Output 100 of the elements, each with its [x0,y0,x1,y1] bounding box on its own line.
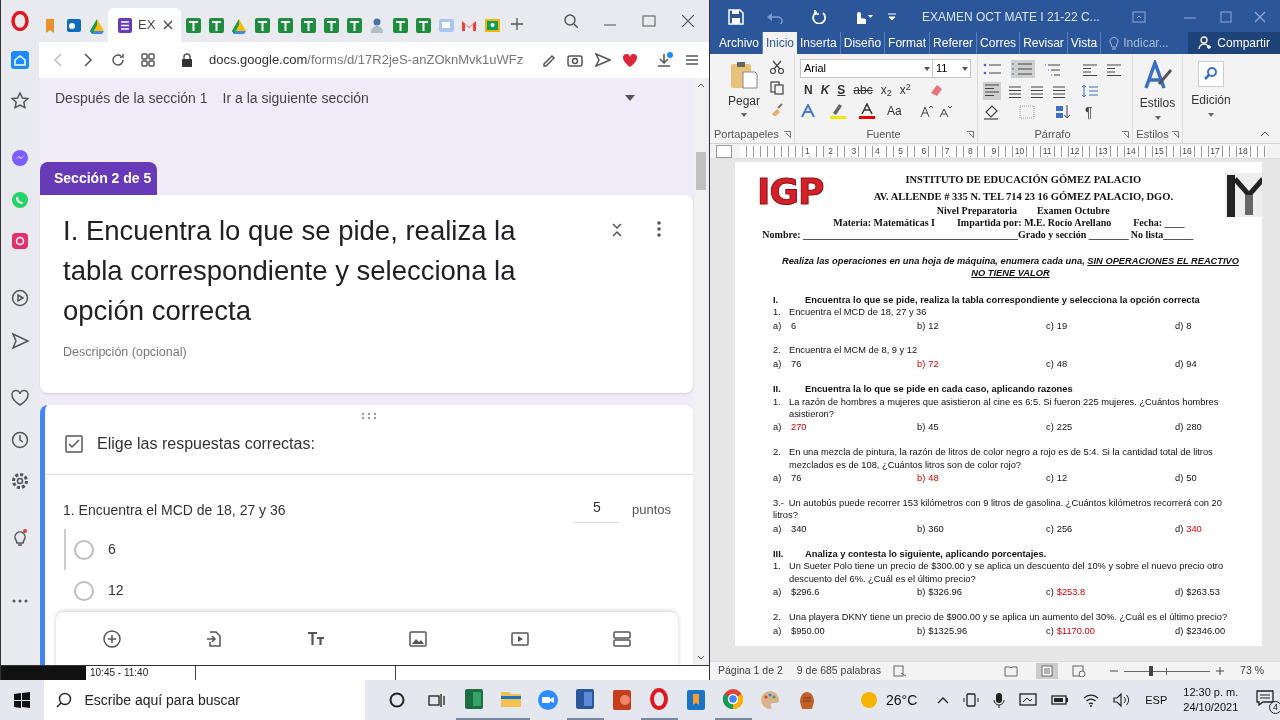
more-options-icon[interactable] [657,221,661,237]
maximize-icon[interactable] [642,15,656,27]
drag-handle-icon[interactable] [361,412,377,420]
customize-icon[interactable] [888,12,896,21]
radio-button[interactable] [74,539,94,560]
language-indicator[interactable]: ESP [1145,691,1168,709]
wifi-icon[interactable] [1083,693,1100,707]
editing-button[interactable]: Edición [1191,61,1231,117]
formatting-marks-button[interactable]: ¶ [1085,101,1093,123]
browser-tab[interactable]: EX [108,8,182,42]
home-icon[interactable] [10,50,30,70]
multilevel-list-icon[interactable] [1043,62,1063,76]
forward-icon[interactable] [83,53,93,67]
highlight-icon[interactable] [829,103,847,119]
camera-app-icon[interactable] [10,231,30,251]
format-button[interactable]: abc [849,81,877,99]
clock[interactable]: 12:30 p. m. 24/10/2021 [1183,685,1239,715]
screen-icon[interactable] [1019,692,1038,708]
font-size-field[interactable]: 11 [933,59,971,78]
print-layout-icon[interactable] [1041,665,1054,677]
dialog-launcher-icon[interactable] [1122,130,1129,138]
tab-selector[interactable] [716,144,732,158]
start-icon[interactable] [14,692,31,708]
taskbar-search-field[interactable]: Escribe aquí para buscar [44,680,366,720]
line-spacing-icon[interactable] [1081,84,1099,98]
read-mode-icon[interactable] [1004,665,1019,677]
volume-icon[interactable] [1113,693,1132,707]
decrease-indent-icon[interactable] [1081,62,1097,76]
styles-button[interactable]: Estilos [1139,60,1176,120]
description-field[interactable]: Descripción (opcional) [63,343,583,362]
scrollbar[interactable] [694,78,707,665]
font-color-icon[interactable] [858,103,876,119]
sort-icon[interactable] [1055,104,1071,120]
ribbon-display-icon[interactable] [1132,10,1146,23]
format-button[interactable]: S [833,81,850,99]
video-camera-icon[interactable] [536,688,561,712]
heart-icon[interactable] [623,53,637,67]
font-name-field[interactable]: Arial [800,59,933,78]
word-count[interactable]: 9 de 685 palabras [796,663,881,679]
shrink-font-icon[interactable] [937,104,952,118]
section-title[interactable]: I. Encuentra lo que se pide, realiza la tabla correspondiente y selecciona la opción correcta [63,211,568,331]
cut-icon[interactable] [770,60,785,74]
video-icon[interactable] [510,629,530,649]
zoom-slider[interactable] [1124,666,1211,676]
format-painter-icon[interactable] [770,102,785,116]
chevron-up-icon[interactable] [937,696,950,704]
format-button[interactable]: K [816,81,834,99]
image-icon[interactable] [408,629,428,649]
dialog-launcher-icon[interactable] [784,130,791,138]
close-icon[interactable] [163,20,174,30]
temperature[interactable]: 26°C [885,689,918,711]
paste-button[interactable]: Pegar [728,60,761,125]
slider-thumb[interactable] [1148,666,1153,676]
search-icon[interactable] [564,14,578,28]
heart-icon[interactable] [10,388,30,408]
grow-font-icon[interactable] [918,104,933,118]
navigation-dropdown[interactable]: Ir a la siguiente sección [222,87,635,109]
play-icon[interactable] [10,288,30,308]
microphone-icon[interactable] [993,692,1006,708]
save-icon[interactable] [728,8,744,25]
collapse-ribbon-icon[interactable] [1260,131,1270,137]
circle-logo-icon[interactable] [721,687,746,711]
send-icon[interactable] [10,331,30,351]
reload-icon[interactable] [111,53,125,67]
increase-indent-icon[interactable] [1105,62,1121,76]
tell-me-field[interactable]: Indicar... [1109,32,1169,54]
dialog-launcher-icon[interactable] [1171,130,1179,138]
copy-icon[interactable] [770,81,785,95]
zoom-out-icon[interactable] [1110,667,1119,675]
ribbon-tab[interactable]: Inicio [763,32,798,54]
scroll-down-icon[interactable] [696,655,705,661]
web-layout-icon[interactable] [1072,665,1087,677]
scroll-up-icon[interactable] [696,82,705,88]
radio-button[interactable] [74,580,94,601]
star-icon[interactable] [10,91,30,111]
camera-icon[interactable] [567,53,583,67]
messenger-icon[interactable] [10,148,30,168]
eraser-icon[interactable] [928,83,943,97]
grid-icon[interactable] [141,53,155,67]
close-icon[interactable] [682,15,694,27]
scroll-thumb[interactable] [695,152,706,190]
browser-logo-icon[interactable] [11,11,29,31]
format-button[interactable]: x$_{2}$ [876,81,896,99]
shading-icon[interactable] [983,104,1001,120]
align-left-icon[interactable] [983,82,1001,100]
pen-icon[interactable] [541,53,555,67]
settings-icon[interactable] [10,471,30,491]
dialog-launcher-icon[interactable] [967,130,974,138]
send-icon[interactable] [595,53,611,67]
change-case-button[interactable]: Aa [887,102,902,120]
new-tab-icon[interactable] [511,18,524,30]
assistant-icon[interactable] [388,692,405,708]
format-button[interactable]: x$^{2}$ [895,81,915,99]
collapse-icon[interactable] [611,223,623,237]
phone-icon[interactable] [963,692,980,708]
align-center-icon[interactable] [1007,84,1023,98]
justify-icon[interactable] [1051,84,1067,98]
zoom-in-icon[interactable] [1216,667,1225,675]
add-circle-icon[interactable] [102,629,122,649]
proofing-icon[interactable] [892,665,907,677]
